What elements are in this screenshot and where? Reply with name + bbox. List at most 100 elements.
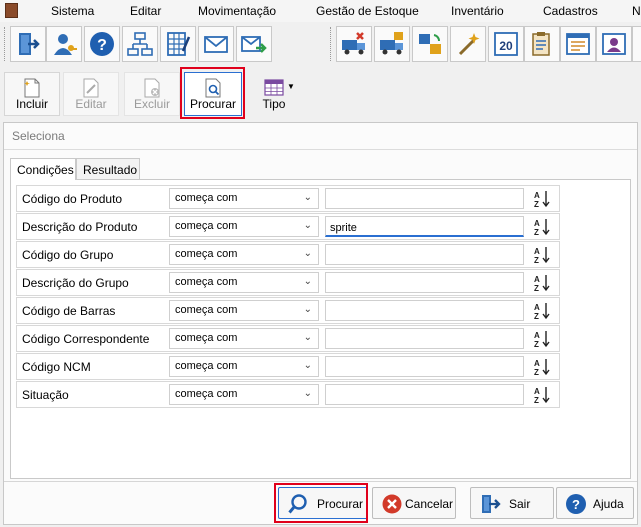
condition-label: Código do Grupo bbox=[22, 248, 114, 262]
excluir-button[interactable]: Excluir bbox=[124, 72, 180, 116]
menu-editar[interactable]: Editar bbox=[130, 4, 161, 18]
condition-label: Descrição do Produto bbox=[22, 220, 138, 234]
mail-forward-icon[interactable] bbox=[236, 26, 272, 62]
tipo-label: Tipo bbox=[262, 97, 286, 111]
conditions-tab-body: Código do Produto começa com ⌄ A Z Descrição … bbox=[10, 179, 631, 479]
sort-az-icon[interactable]: AZ bbox=[533, 245, 553, 265]
chevron-down-icon: ⌄ bbox=[303, 220, 312, 231]
svg-text:A: A bbox=[534, 191, 540, 200]
sort-az-icon[interactable]: AZ bbox=[533, 189, 553, 209]
condition-row: Situação começa com ⌄ A Z bbox=[16, 381, 560, 408]
svg-text:A: A bbox=[534, 275, 540, 284]
calculator-grid-icon[interactable] bbox=[160, 26, 196, 62]
menu-bar: Sistema Editar Movimentação Gestão de Es… bbox=[0, 0, 641, 23]
incluir-label: Incluir bbox=[15, 97, 48, 111]
menu-cadastros[interactable]: Cadastros bbox=[543, 4, 598, 18]
chevron-down-icon: ⌄ bbox=[303, 360, 312, 371]
condition-operator-select[interactable]: começa com ⌄ bbox=[169, 216, 319, 237]
condition-row: Código de Barras começa com ⌄ A Z bbox=[16, 297, 560, 324]
svg-text:A: A bbox=[534, 331, 540, 340]
condition-operator-select[interactable]: começa com ⌄ bbox=[169, 272, 319, 293]
condition-value-input[interactable] bbox=[325, 384, 524, 405]
condition-operator-select[interactable]: começa com ⌄ bbox=[169, 328, 319, 349]
transfer-boxes-icon[interactable] bbox=[412, 26, 448, 62]
condition-operator-value: começa com bbox=[175, 304, 238, 316]
app-icon bbox=[5, 3, 18, 18]
sort-az-icon[interactable]: AZ bbox=[533, 217, 553, 237]
condition-operator-select[interactable]: começa com ⌄ bbox=[169, 356, 319, 377]
sort-az-icon[interactable]: AZ bbox=[533, 301, 553, 321]
svg-text:?: ? bbox=[97, 37, 107, 54]
menu-sistema[interactable]: Sistema bbox=[51, 4, 94, 18]
exit-door-icon bbox=[482, 495, 501, 513]
condition-operator-value: começa com bbox=[175, 360, 238, 372]
condition-operator-value: começa com bbox=[175, 388, 238, 400]
condition-value-input[interactable] bbox=[325, 244, 524, 265]
incluir-button[interactable]: Incluir bbox=[4, 72, 60, 116]
tab-resultado[interactable]: Resultado bbox=[76, 158, 140, 179]
excluir-label: Excluir bbox=[133, 97, 170, 111]
user-key-icon[interactable] bbox=[46, 26, 82, 62]
panel-title: Seleciona bbox=[12, 129, 65, 143]
form-window-icon[interactable] bbox=[560, 26, 596, 62]
envelope-icon[interactable] bbox=[198, 26, 234, 62]
condition-value-input[interactable] bbox=[325, 188, 524, 209]
toolbar-grip-2 bbox=[330, 27, 334, 61]
tab-condicoes[interactable]: Condições bbox=[10, 158, 76, 180]
person-card-icon[interactable] bbox=[596, 26, 632, 62]
condition-operator-select[interactable]: começa com ⌄ bbox=[169, 384, 319, 405]
exit-door-icon[interactable] bbox=[10, 26, 46, 62]
cancelar-button[interactable]: Cancelar bbox=[372, 487, 456, 519]
sort-az-icon[interactable]: AZ bbox=[533, 273, 553, 293]
sort-az-icon[interactable]: AZ bbox=[533, 357, 553, 377]
cancelar-button-label: Cancelar bbox=[405, 497, 454, 511]
editar-button[interactable]: Editar bbox=[63, 72, 119, 116]
selection-panel: Seleciona Condições Resultado Código do … bbox=[3, 122, 638, 525]
menu-truncated[interactable]: N bbox=[632, 4, 641, 18]
menu-movimentacao[interactable]: Movimentação bbox=[198, 4, 276, 18]
sair-button[interactable]: Sair bbox=[470, 487, 554, 519]
condition-operator-value: começa com bbox=[175, 332, 238, 344]
sort-az-icon[interactable]: AZ bbox=[533, 329, 553, 349]
sort-az-icon[interactable]: AZ bbox=[533, 385, 553, 405]
condition-operator-value: começa com bbox=[175, 276, 238, 288]
condition-value-input[interactable] bbox=[325, 216, 524, 237]
edit-document-icon bbox=[83, 78, 99, 98]
clipboard-doc-icon[interactable] bbox=[524, 26, 560, 62]
bottom-divider bbox=[4, 481, 637, 482]
help-icon: ? bbox=[566, 494, 586, 514]
org-chart-icon[interactable] bbox=[122, 26, 158, 62]
condition-operator-select[interactable]: começa com ⌄ bbox=[169, 300, 319, 321]
condition-label: Código Correspondente bbox=[22, 332, 150, 346]
condition-value-input[interactable] bbox=[325, 356, 524, 377]
chevron-down-icon: ⌄ bbox=[303, 388, 312, 399]
condition-operator-select[interactable]: começa com ⌄ bbox=[169, 244, 319, 265]
condition-row: Código do Produto começa com ⌄ A Z bbox=[16, 185, 560, 212]
condition-operator-value: começa com bbox=[175, 248, 238, 260]
action-toolbar: Incluir Editar Excluir Procurar ▼ Tipo bbox=[0, 67, 641, 120]
menu-inventario[interactable]: Inventário bbox=[451, 4, 504, 18]
svg-text:Z: Z bbox=[534, 228, 539, 237]
menu-gestao-estoque[interactable]: Gestão de Estoque bbox=[316, 4, 419, 18]
cancel-icon bbox=[382, 494, 402, 514]
condition-label: Código NCM bbox=[22, 360, 91, 374]
tipo-button[interactable]: ▼ Tipo bbox=[248, 72, 300, 116]
new-document-icon bbox=[24, 78, 40, 98]
condition-value-input[interactable] bbox=[325, 300, 524, 321]
calendar-20-icon[interactable]: 20 bbox=[488, 26, 524, 62]
help-circle-icon[interactable]: ? bbox=[84, 26, 120, 62]
condition-value-input[interactable] bbox=[325, 272, 524, 293]
svg-text:Z: Z bbox=[534, 312, 539, 321]
sparkle-tool-icon[interactable] bbox=[450, 26, 486, 62]
condition-value-input[interactable] bbox=[325, 328, 524, 349]
condition-label: Código de Barras bbox=[22, 304, 116, 318]
ajuda-button[interactable]: ? Ajuda bbox=[556, 487, 634, 519]
document-report-icon[interactable] bbox=[632, 26, 641, 62]
table-icon bbox=[264, 79, 284, 96]
editar-label: Editar bbox=[75, 97, 107, 111]
truck-box-icon[interactable] bbox=[374, 26, 410, 62]
condition-label: Descrição do Grupo bbox=[22, 276, 129, 290]
truck-cancel-icon[interactable] bbox=[336, 26, 372, 62]
condition-row: Código Correspondente começa com ⌄ A Z bbox=[16, 325, 560, 352]
condition-operator-select[interactable]: começa com ⌄ bbox=[169, 188, 319, 209]
